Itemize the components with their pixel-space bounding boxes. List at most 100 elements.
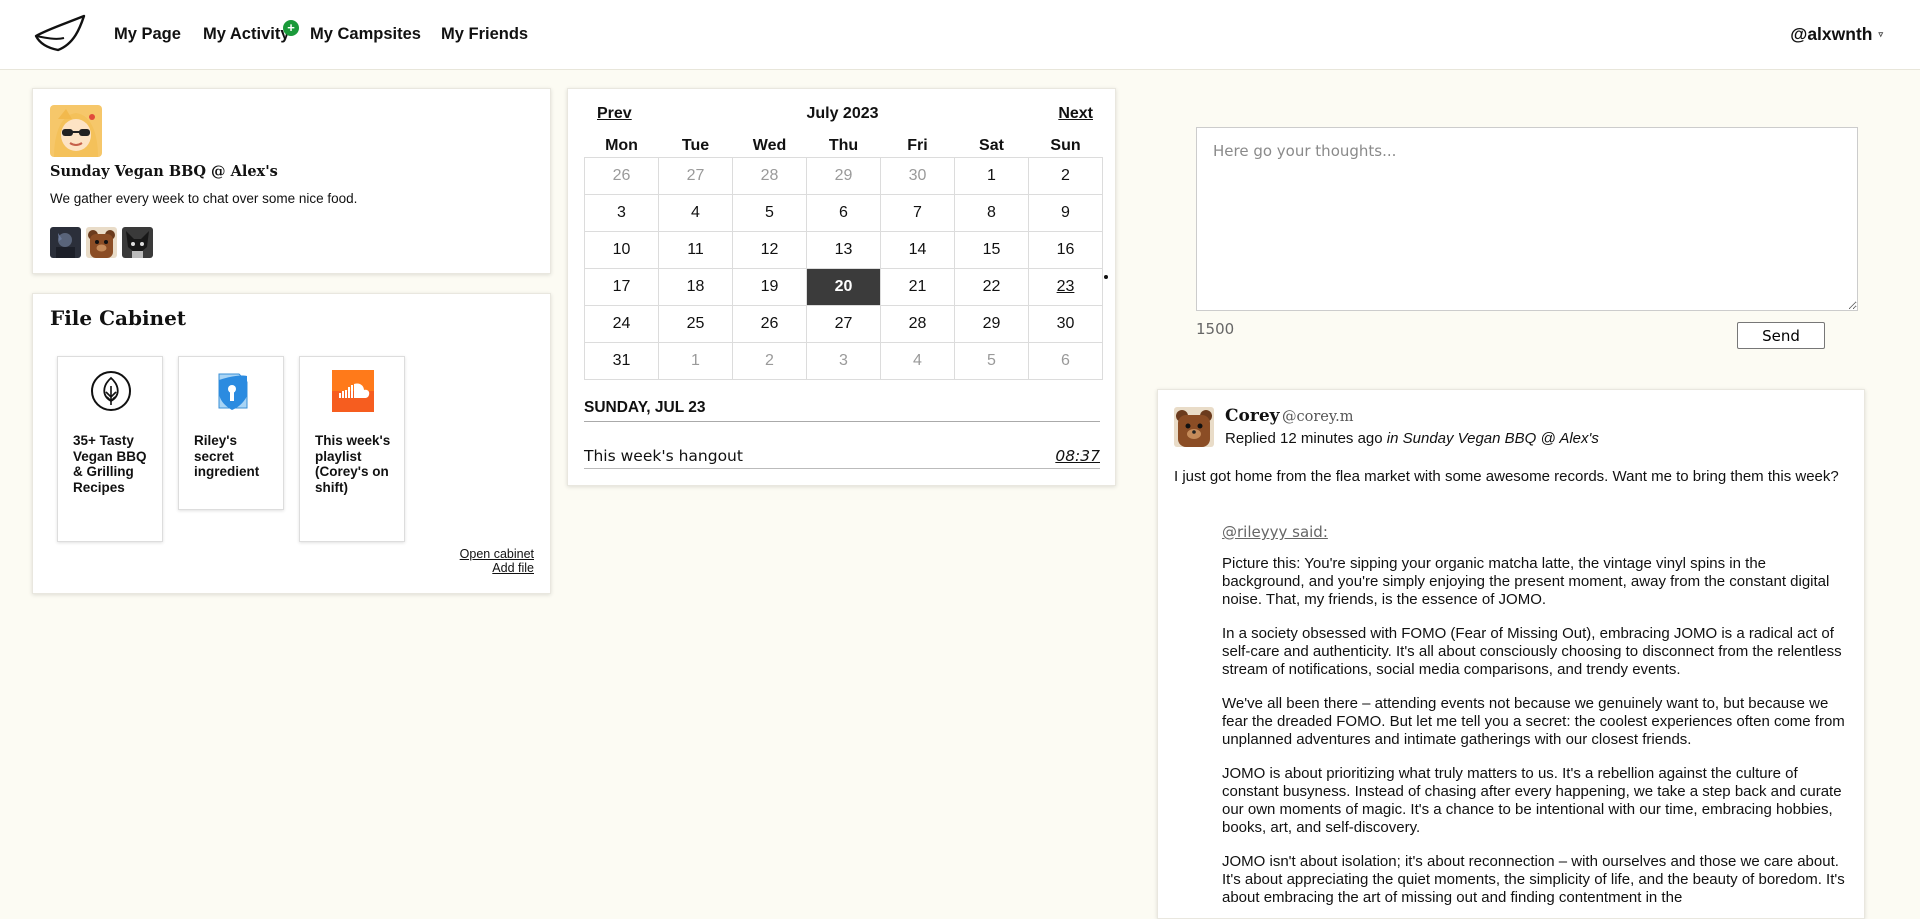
calendar-day[interactable]: 22 — [954, 267, 1029, 306]
member-avatar[interactable] — [86, 227, 117, 258]
calendar-day[interactable]: 7 — [880, 193, 955, 232]
member-list — [50, 227, 153, 258]
calendar-day[interactable]: 27 — [658, 156, 733, 195]
event-title: This week's hangout — [584, 447, 743, 465]
calendar-day[interactable]: 31 — [584, 341, 659, 380]
nav-my-page[interactable]: My Page — [114, 25, 181, 44]
event-row[interactable]: This week's hangout 08:37 — [584, 447, 1100, 469]
file-tile[interactable]: Riley's secret ingredient — [178, 356, 284, 510]
file-name: Riley's secret ingredient — [194, 433, 260, 479]
calendar-day-with-event[interactable]: 23 — [1028, 267, 1109, 306]
post-handle[interactable]: @corey.m — [1282, 409, 1354, 425]
calendar-day[interactable]: 12 — [732, 230, 807, 269]
file-tile[interactable]: 35+ Tasty Vegan BBQ & Grilling Recipes — [57, 356, 163, 542]
calendar-day[interactable]: 13 — [806, 230, 881, 269]
calendar-day[interactable]: 6 — [1028, 341, 1103, 380]
add-file-link[interactable]: Add file — [492, 561, 534, 575]
leaf-logo-icon[interactable] — [34, 14, 86, 52]
weekday-header: Thu — [828, 136, 859, 154]
weekday-header: Tue — [681, 136, 710, 154]
calendar-card: Prev July 2023 Next Mon Tue Wed Thu Fri … — [567, 88, 1116, 486]
calendar-day[interactable]: 24 — [584, 304, 659, 343]
calendar-day[interactable]: 15 — [954, 230, 1029, 269]
calendar-day[interactable]: 19 — [732, 267, 807, 306]
calendar-day[interactable]: 26 — [584, 156, 659, 195]
author-avatar[interactable] — [1174, 407, 1214, 447]
file-name: 35+ Tasty Vegan BBQ & Grilling Recipes — [73, 433, 147, 495]
calendar-day[interactable]: 27 — [806, 304, 881, 343]
quote-paragraph: JOMO isn't about isolation; it's about r… — [1222, 853, 1845, 906]
quote-author-link[interactable]: @rileyyy said: — [1222, 523, 1852, 541]
top-nav: My Page My Activity + My Campsites My Fr… — [0, 0, 1920, 70]
leaf-icon — [91, 371, 131, 411]
calendar-day[interactable]: 4 — [658, 193, 733, 232]
calendar-day[interactable]: 14 — [880, 230, 955, 269]
calendar-grid: Mon Tue Wed Thu Fri Sat Sun 26 27 28 29 … — [584, 135, 1109, 380]
calendar-day[interactable]: 18 — [658, 267, 733, 306]
post-meta: Replied 12 minutes ago in Sunday Vegan B… — [1225, 430, 1599, 447]
calendar-day[interactable]: 29 — [954, 304, 1029, 343]
soundcloud-icon — [332, 370, 374, 412]
post-timestamp: Replied 12 minutes ago — [1225, 430, 1383, 447]
event-time: 08:37 — [1055, 447, 1100, 465]
quoted-post: @rileyyy said: Picture this: You're sipp… — [1222, 523, 1852, 918]
post-author[interactable]: Corey — [1225, 406, 1280, 426]
member-avatar[interactable] — [122, 227, 153, 258]
file-name: This week's playlist (Corey's on shift) — [315, 433, 391, 495]
weekday-header: Sun — [1050, 136, 1081, 154]
calendar-day[interactable]: 5 — [954, 341, 1029, 380]
quote-paragraph: JOMO is about prioritizing what truly ma… — [1222, 765, 1842, 836]
send-button[interactable]: Send — [1737, 322, 1825, 349]
post-card: Corey @corey.m Replied 12 minutes ago in… — [1157, 389, 1865, 919]
nav-my-friends[interactable]: My Friends — [441, 25, 528, 44]
user-menu[interactable]: @alxwnth ▿ — [1790, 24, 1883, 45]
post-campsite[interactable]: in Sunday Vegan BBQ @ Alex's — [1387, 430, 1599, 447]
nav-my-campsites[interactable]: My Campsites — [310, 25, 421, 44]
calendar-month-title: July 2023 — [806, 105, 879, 122]
calendar-day[interactable]: 30 — [1028, 304, 1103, 343]
file-tile[interactable]: This week's playlist (Corey's on shift) — [299, 356, 405, 542]
calendar-day[interactable]: 9 — [1028, 193, 1103, 232]
character-count: 1500 — [1196, 320, 1235, 338]
calendar-day[interactable]: 5 — [732, 193, 807, 232]
calendar-day[interactable]: 30 — [880, 156, 955, 195]
calendar-day[interactable]: 28 — [880, 304, 955, 343]
calendar-day[interactable]: 3 — [806, 341, 881, 380]
calendar-day[interactable]: 26 — [732, 304, 807, 343]
calendar-day[interactable]: 1 — [658, 341, 733, 380]
calendar-day[interactable]: 2 — [1028, 156, 1103, 195]
calendar-day[interactable]: 4 — [880, 341, 955, 380]
thoughts-input[interactable] — [1196, 127, 1858, 311]
calendar-day[interactable]: 17 — [584, 267, 659, 306]
post-body: I just got home from the flea market wit… — [1174, 468, 1839, 485]
calendar-day[interactable]: 21 — [880, 267, 955, 306]
calendar-day[interactable]: 1 — [954, 156, 1029, 195]
activity-badge: + — [283, 20, 299, 36]
weekday-header: Fri — [907, 136, 928, 154]
nav-my-activity[interactable]: My Activity — [203, 25, 290, 44]
calendar-day[interactable]: 10 — [584, 230, 659, 269]
calendar-day[interactable]: 11 — [658, 230, 733, 269]
calendar-day[interactable]: 16 — [1028, 230, 1103, 269]
calendar-day[interactable]: 28 — [732, 156, 807, 195]
calendar-day[interactable]: 8 — [954, 193, 1029, 232]
calendar-day[interactable]: 3 — [584, 193, 659, 232]
calendar-day[interactable]: 29 — [806, 156, 881, 195]
selected-day-heading: SUNDAY, JUL 23 — [584, 399, 1100, 422]
quote-paragraph: In a society obsessed with FOMO (Fear of… — [1222, 625, 1842, 678]
username: @alxwnth — [1790, 24, 1873, 44]
group-avatar[interactable] — [50, 105, 102, 157]
calendar-day[interactable]: 2 — [732, 341, 807, 380]
cabinet-title: File Cabinet — [50, 306, 187, 330]
calendar-day[interactable]: 25 — [658, 304, 733, 343]
calendar-next-button[interactable]: Next — [1058, 105, 1093, 123]
group-description: We gather every week to chat over some n… — [50, 191, 358, 206]
calendar-day[interactable]: 6 — [806, 193, 881, 232]
quote-paragraph: Picture this: You're sipping your organi… — [1222, 555, 1830, 608]
calendar-day-today[interactable]: 20 — [806, 267, 881, 306]
weekday-header: Wed — [752, 136, 787, 154]
open-cabinet-link[interactable]: Open cabinet — [460, 547, 534, 561]
weekday-header: Mon — [605, 136, 638, 154]
member-avatar[interactable] — [50, 227, 81, 258]
quote-paragraph: We've all been there – attending events … — [1222, 695, 1845, 748]
